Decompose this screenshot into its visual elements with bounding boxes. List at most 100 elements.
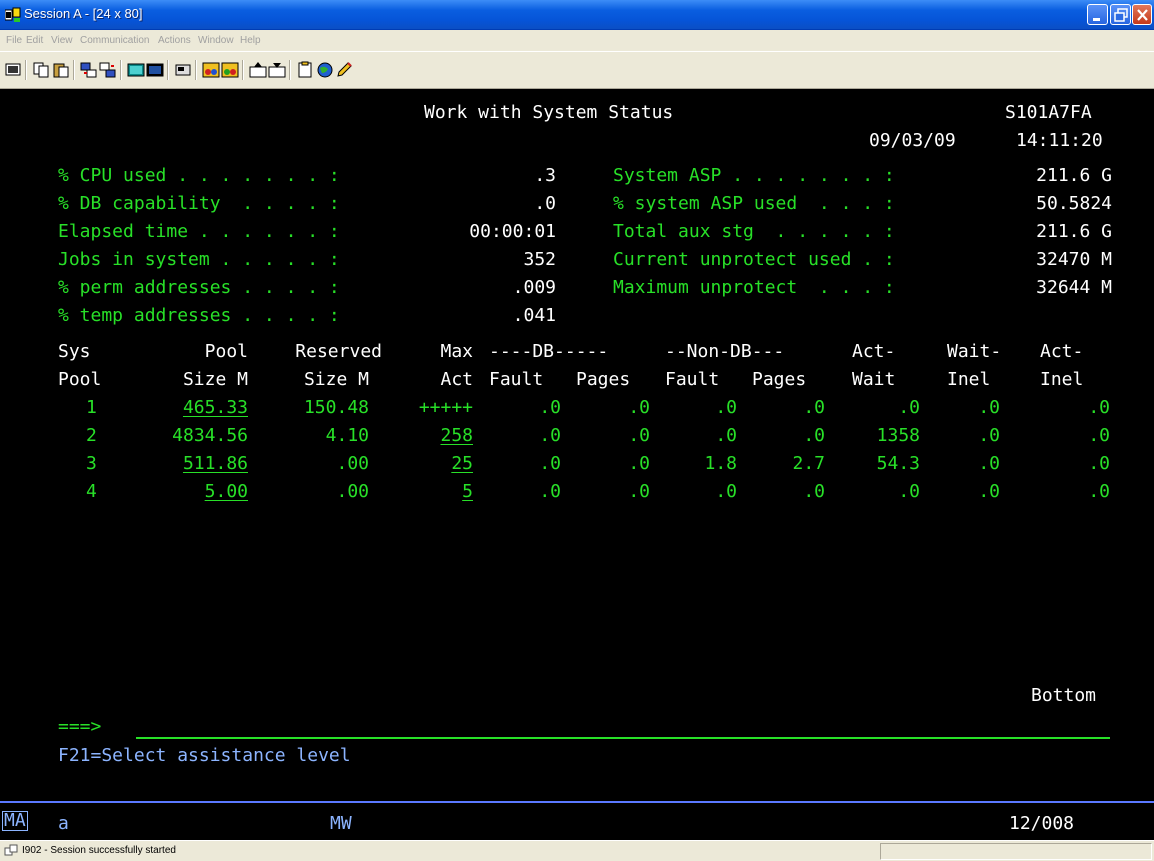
db-pages: .0 [628, 397, 650, 418]
col-header: Pages [752, 369, 807, 390]
restore-icon [1114, 8, 1128, 22]
edit-icon[interactable] [335, 61, 353, 79]
title-bar[interactable]: Session A - [24 x 80] [0, 0, 1154, 30]
menu-help[interactable]: Help [240, 35, 261, 46]
cursor-position: 12/008 [1009, 813, 1075, 834]
metric-label: % perm addresses . . . . : [58, 277, 340, 298]
max-active-field[interactable]: 258 [400, 424, 473, 448]
ndb-fault: .0 [715, 397, 737, 418]
screen-icon[interactable] [127, 61, 145, 79]
col-header: Inel [1040, 369, 1084, 390]
status-date: 09/03/09 [869, 130, 956, 151]
act-wait: 54.3 [876, 453, 920, 474]
macro-icon[interactable] [174, 61, 192, 79]
status-bar: I902 - Session successfully started [0, 840, 1154, 861]
metric-label: Jobs in system . . . . . : [58, 249, 340, 270]
ndb-fault: 1.8 [704, 453, 737, 474]
bottom-indicator: Bottom [1031, 685, 1097, 706]
reserved-size: 4.10 [325, 425, 369, 446]
menu-window[interactable]: Window [198, 35, 234, 46]
reserved-size: 150.48 [303, 397, 369, 418]
send-icon[interactable] [80, 61, 98, 79]
db-fault: .0 [539, 453, 561, 474]
metric-value: 211.6 G [1036, 165, 1112, 186]
terminal-screen[interactable]: Work with System Status S101A7FA 09/03/0… [0, 89, 1154, 801]
col-header: Size M [303, 369, 369, 390]
menu-communication[interactable]: Communication [80, 35, 149, 46]
transfer-up-icon[interactable] [249, 61, 267, 79]
pool-size-field[interactable]: 5.00 [136, 480, 248, 504]
metric-value: 211.6 G [1036, 221, 1112, 242]
db-fault: .0 [539, 397, 561, 418]
act-wait: 1358 [876, 425, 920, 446]
col-header: Inel [947, 369, 991, 390]
metric-value: 00:00:01 [469, 221, 556, 242]
pool-number: 2 [86, 425, 97, 446]
window-title: Session A - [24 x 80] [24, 6, 143, 21]
col-header: --Non-DB--- [665, 341, 785, 362]
toolbar-separator [120, 60, 122, 80]
screen2-icon[interactable] [146, 61, 164, 79]
col-header: Pages [576, 369, 631, 390]
act-inel: .0 [1088, 481, 1110, 502]
menu-actions[interactable]: Actions [158, 35, 191, 46]
function-keys: F21=Select assistance level [58, 745, 351, 766]
command-prompt: ===> [58, 716, 102, 737]
wait-inel: .0 [978, 425, 1000, 446]
transfer-down-icon[interactable] [268, 61, 286, 79]
ndb-pages: .0 [803, 397, 825, 418]
receive-icon[interactable] [99, 61, 117, 79]
pool-size-field[interactable]: 465.33 [136, 396, 248, 420]
screen-title: Work with System Status [424, 102, 674, 123]
close-icon [1137, 9, 1148, 21]
db-pages: .0 [628, 481, 650, 502]
toolbar-separator [289, 60, 291, 80]
session-status-icon [4, 844, 18, 856]
minimize-icon [1093, 18, 1100, 21]
metric-value: .041 [512, 305, 556, 326]
copy-icon[interactable] [32, 61, 50, 79]
menu-view[interactable]: View [51, 35, 73, 46]
clipboard-icon[interactable] [296, 61, 314, 79]
wait-inel: .0 [978, 397, 1000, 418]
command-input[interactable] [136, 737, 1110, 739]
act-inel: .0 [1088, 397, 1110, 418]
metric-value: 32470 M [1036, 249, 1112, 270]
metric-label: Current unprotect used . : [613, 249, 895, 270]
restore-button[interactable] [1110, 4, 1131, 25]
system-name: S101A7FA [1005, 102, 1092, 123]
toolbar [0, 51, 1154, 89]
max-active-field[interactable]: 5 [400, 480, 473, 504]
pool-size-field[interactable]: 511.86 [136, 452, 248, 476]
max-active-field[interactable]: +++++ [400, 396, 473, 420]
toolbar-separator [73, 60, 75, 80]
menu-edit[interactable]: Edit [26, 35, 43, 46]
db-fault: .0 [539, 481, 561, 502]
operator-info-area: MA a MW 12/008 [0, 801, 1154, 840]
col-header: Pool [204, 341, 248, 362]
paste-icon[interactable] [52, 61, 70, 79]
input-indicator: a [58, 813, 69, 834]
record-icon[interactable] [202, 61, 220, 79]
status-time: 14:11:20 [1016, 130, 1103, 151]
app-icon [5, 7, 21, 22]
max-active-field[interactable]: 25 [400, 452, 473, 476]
play-icon[interactable] [221, 61, 239, 79]
db-pages: .0 [628, 453, 650, 474]
globe-icon[interactable] [316, 61, 334, 79]
display-icon[interactable] [4, 61, 22, 79]
minimize-button[interactable] [1087, 4, 1108, 25]
metric-value: 32644 M [1036, 277, 1112, 298]
col-header: Fault [489, 369, 544, 390]
menu-bar: File Edit View Communication Actions Win… [0, 31, 1154, 51]
wait-inel: .0 [978, 453, 1000, 474]
col-header: Size M [182, 369, 248, 390]
act-wait: .0 [898, 481, 920, 502]
menu-file[interactable]: File [6, 35, 22, 46]
metric-value: .3 [534, 165, 556, 186]
pool-size: 4834.56 [172, 425, 248, 446]
toolbar-separator [195, 60, 197, 80]
col-header: ----DB----- [489, 341, 609, 362]
close-button[interactable] [1132, 4, 1152, 25]
metric-value: 352 [523, 249, 556, 270]
